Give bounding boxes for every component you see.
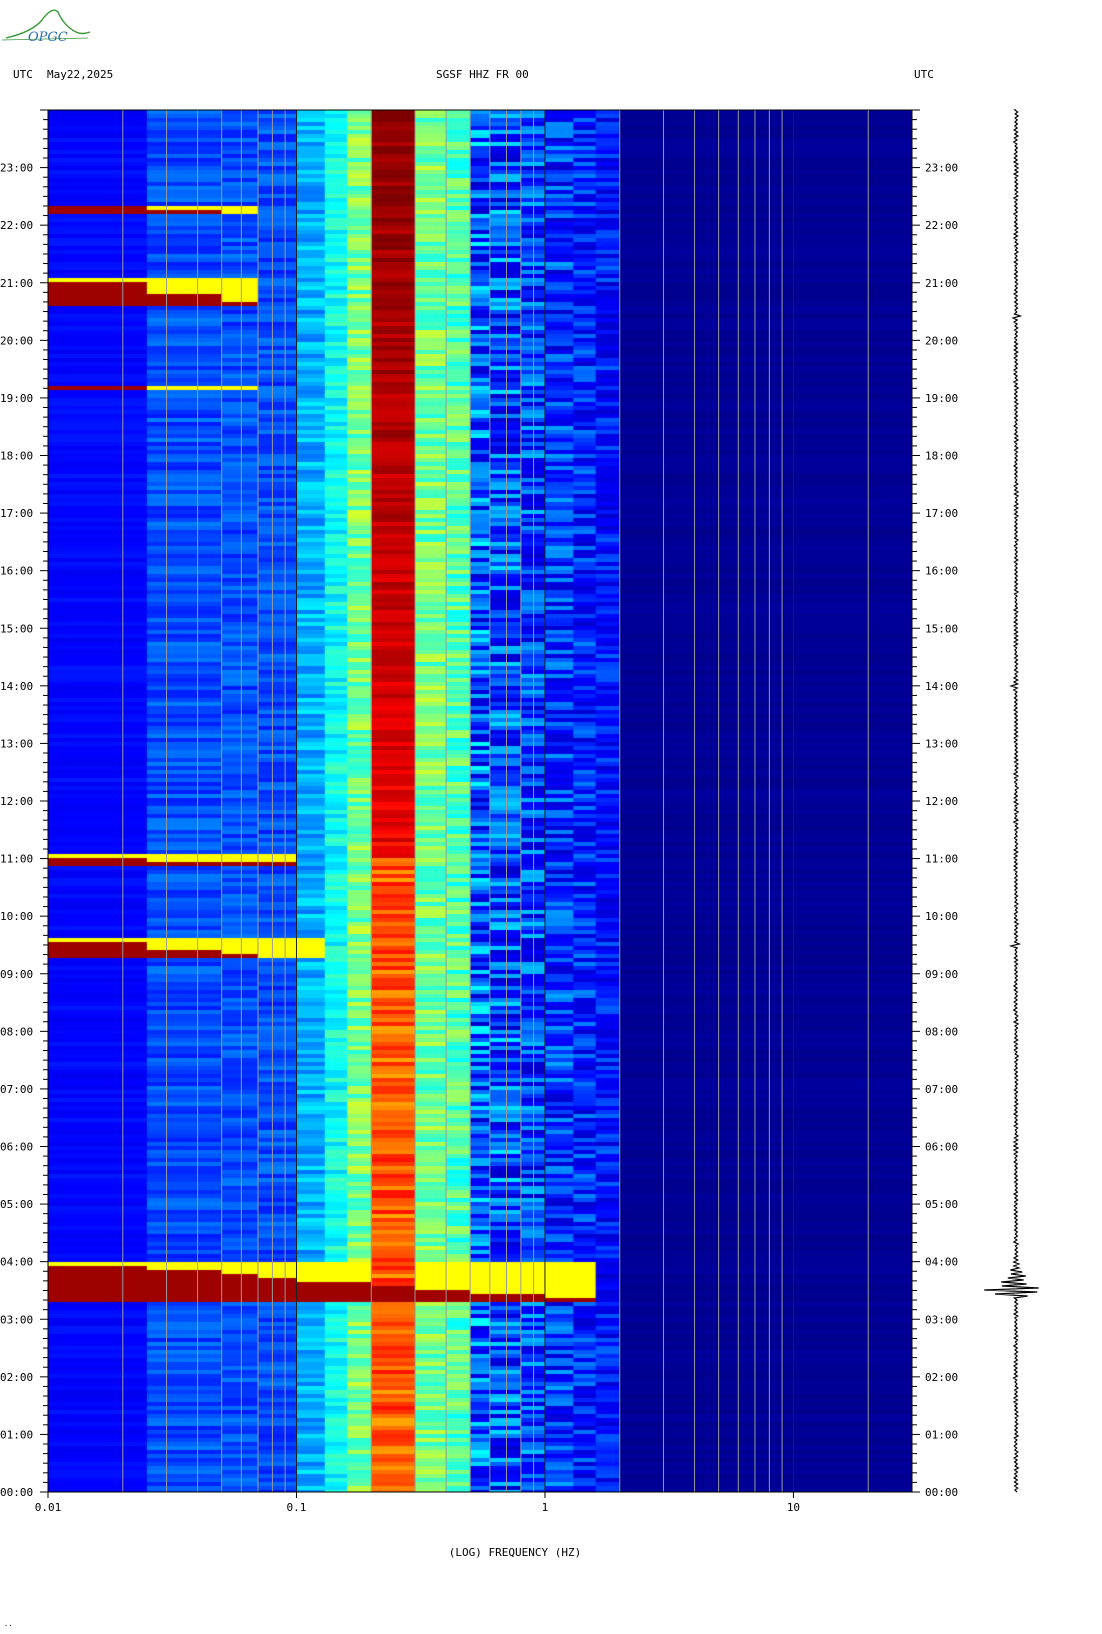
y-tick-label-right: 17:00 bbox=[925, 507, 958, 520]
y-tick-label-right: 12:00 bbox=[925, 795, 958, 808]
y-tick-label-left: 12:00 bbox=[0, 795, 33, 808]
y-tick-label-left: 14:00 bbox=[0, 680, 33, 693]
y-tick-label-right: 18:00 bbox=[925, 450, 958, 463]
y-tick-label-right: 16:00 bbox=[925, 565, 958, 578]
y-tick-label-left: 05:00 bbox=[0, 1198, 33, 1211]
y-tick-label-right: 19:00 bbox=[925, 392, 958, 405]
y-tick-label-right: 00:00 bbox=[925, 1486, 958, 1499]
y-tick-label-right: 05:00 bbox=[925, 1198, 958, 1211]
y-tick-label-left: 03:00 bbox=[0, 1313, 33, 1326]
y-tick-label-left: 10:00 bbox=[0, 910, 33, 923]
y-tick-label-left: 18:00 bbox=[0, 450, 33, 463]
y-tick-label-left: 08:00 bbox=[0, 1025, 33, 1038]
y-tick-label-left: 01:00 bbox=[0, 1428, 33, 1441]
x-tick-label: 1 bbox=[542, 1501, 549, 1514]
y-tick-label-left: 16:00 bbox=[0, 565, 33, 578]
spectrogram-chart: 00:00 00:00 01:00 01:00 02:00 02:00 03:00 03:00… bbox=[0, 109, 1039, 1514]
x-tick-label: 0.01 bbox=[35, 1501, 62, 1514]
y-tick-label-left: 19:00 bbox=[0, 392, 33, 405]
y-tick-label-right: 11:00 bbox=[925, 853, 958, 866]
y-tick-label-left: 07:00 bbox=[0, 1083, 33, 1096]
y-tick-label-left: 04:00 bbox=[0, 1256, 33, 1269]
y-tick-label-right: 21:00 bbox=[925, 277, 958, 290]
y-tick-label-right: 20:00 bbox=[925, 334, 958, 347]
x-axis-label-container: (LOG) FREQUENCY (HZ) bbox=[0, 1546, 1102, 1559]
y-tick-label-right: 08:00 bbox=[925, 1025, 958, 1038]
x-axis-label: (LOG) FREQUENCY (HZ) bbox=[448, 1546, 582, 1559]
y-tick-label-left: 22:00 bbox=[0, 219, 33, 232]
y-tick-label-right: 06:00 bbox=[925, 1141, 958, 1154]
y-tick-label-left: 23:00 bbox=[0, 162, 33, 175]
y-tick-label-right: 09:00 bbox=[925, 968, 958, 981]
y-tick-label-right: 02:00 bbox=[925, 1371, 958, 1384]
y-tick-label-left: 21:00 bbox=[0, 277, 33, 290]
y-tick-label-right: 04:00 bbox=[925, 1256, 958, 1269]
y-tick-label-right: 14:00 bbox=[925, 680, 958, 693]
y-tick-label-left: 20:00 bbox=[0, 334, 33, 347]
y-tick-label-right: 01:00 bbox=[925, 1428, 958, 1441]
x-tick-label: 10 bbox=[787, 1501, 800, 1514]
y-tick-label-left: 02:00 bbox=[0, 1371, 33, 1384]
y-tick-label-right: 03:00 bbox=[925, 1313, 958, 1326]
y-tick-label-right: 15:00 bbox=[925, 622, 958, 635]
y-tick-label-right: 07:00 bbox=[925, 1083, 958, 1096]
y-tick-label-left: 17:00 bbox=[0, 507, 33, 520]
y-tick-label-right: 10:00 bbox=[925, 910, 958, 923]
y-tick-label-left: 09:00 bbox=[0, 968, 33, 981]
y-tick-label-left: 13:00 bbox=[0, 737, 33, 750]
seismogram-trace bbox=[984, 109, 1039, 1493]
y-tick-label-left: 00:00 bbox=[0, 1486, 33, 1499]
y-tick-label-left: 15:00 bbox=[0, 622, 33, 635]
y-tick-label-right: 23:00 bbox=[925, 162, 958, 175]
y-tick-label-left: 06:00 bbox=[0, 1141, 33, 1154]
x-tick-label: 0.1 bbox=[287, 1501, 307, 1514]
footnote: .. bbox=[4, 1620, 13, 1628]
y-tick-label-right: 13:00 bbox=[925, 737, 958, 750]
y-tick-label-right: 22:00 bbox=[925, 219, 958, 232]
y-tick-label-left: 11:00 bbox=[0, 853, 33, 866]
